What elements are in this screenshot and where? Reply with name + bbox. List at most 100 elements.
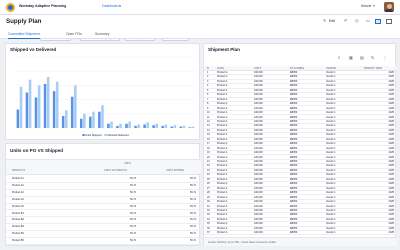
bar-planned-delivered[interactable] [182, 125, 186, 128]
bar-planned-delivered[interactable] [173, 125, 177, 128]
grid-view-icon[interactable] [375, 18, 381, 24]
pencil-icon[interactable]: ✎ [323, 18, 326, 23]
filter-icon[interactable]: ▦ [349, 55, 353, 60]
table-row[interactable]: Product B2 56.74 56.74 [6, 217, 201, 225]
table-cell: 56.74 [190, 177, 196, 180]
bar-units-shipped[interactable] [134, 125, 137, 128]
table-cell: 56.74 [190, 239, 196, 243]
legend-delivered: Planned Delivered [107, 134, 129, 137]
table-cell: Product A4 [12, 197, 24, 201]
table-cell: 56.74 [130, 183, 136, 187]
units-table-body: Product A1 56.74 56.74 Product A2 56.74 56.74… [6, 176, 201, 246]
bar-units-shipped[interactable] [16, 109, 20, 128]
bar-units-shipped[interactable] [43, 83, 47, 128]
table-cell: 56.74 [190, 183, 196, 187]
bar-units-shipped[interactable] [170, 126, 174, 128]
table-cell: 56.74 [130, 204, 136, 208]
table-row[interactable]: Product B1 56.74 56.74 [6, 211, 201, 218]
bar-planned-delivered[interactable] [65, 110, 68, 128]
bar-units-shipped[interactable] [98, 111, 101, 128]
bar-planned-delivered[interactable] [146, 122, 149, 128]
undo-icon[interactable]: ↶ [344, 18, 347, 23]
table-cell: 56.74 [190, 204, 196, 208]
folder-icon[interactable]: ▭ [366, 18, 370, 23]
legend-shipped: Units Shipped [85, 134, 102, 137]
table-cell: 56.74 [190, 218, 196, 222]
table-row[interactable]: Product B4 56.74 56.74 [6, 231, 201, 239]
bar-units-shipped[interactable] [79, 118, 83, 128]
bar-planned-delivered[interactable] [137, 124, 140, 128]
table-cell: Product A [217, 231, 228, 235]
bar-planned-delivered[interactable] [83, 113, 86, 128]
bar-units-shipped[interactable] [116, 125, 119, 128]
chart-legend: Units Shipped Planned Delivered [82, 133, 129, 138]
col-units-on-open-po: UNITS ON OPEN PO [104, 169, 127, 172]
workday-logo[interactable] [6, 3, 15, 12]
bar-units-shipped[interactable] [70, 96, 74, 128]
bar-units-shipped[interactable] [34, 97, 38, 128]
tab-summary[interactable]: Summary [95, 31, 110, 37]
table-cell: 56.74 [130, 211, 136, 215]
bar-planned-delivered[interactable] [19, 86, 23, 128]
edit-button[interactable]: Edit [329, 19, 335, 24]
user-name[interactable]: Kenzie [361, 4, 371, 9]
bar-planned-delivered[interactable] [110, 121, 113, 128]
bar-units-shipped[interactable] [89, 116, 92, 128]
bar-planned-delivered[interactable] [155, 123, 159, 128]
col-units-shipped: UNITS SHIPPED [166, 169, 185, 172]
dashboards-link[interactable]: Dashboards [102, 4, 121, 9]
table-row[interactable]: 37 Product A 100,000 EB050 Vendor 1 2025 [204, 231, 397, 236]
table-cell: Product B5 [12, 239, 24, 243]
table-cell: EB050 [290, 231, 298, 235]
table-cell: 100,000 [254, 231, 263, 235]
table-row[interactable]: Product A3 56.74 56.74 [6, 190, 201, 197]
table-cell: 56.74 [130, 218, 136, 222]
bar-chart [15, 56, 196, 129]
shipment-table-body: 1 Product A 100,000 EB050 Vendor 1 2025 2 Produ… [204, 71, 397, 236]
bar-planned-delivered[interactable] [164, 124, 168, 128]
bar-planned-delivered[interactable] [46, 76, 50, 128]
bar-planned-delivered[interactable] [55, 81, 59, 128]
bar-planned-delivered[interactable] [28, 79, 32, 128]
bar-planned-delivered[interactable] [191, 126, 195, 128]
bar-units-shipped[interactable] [107, 123, 110, 128]
table-row[interactable]: Product A4 56.74 56.74 [6, 197, 201, 204]
tab-open-pos[interactable]: Open POs [66, 31, 82, 37]
table-row[interactable]: Product B5 56.74 56.74 [6, 238, 201, 245]
avatar[interactable] [384, 2, 394, 12]
bar-units-shipped[interactable] [61, 115, 65, 128]
bar-units-shipped[interactable] [188, 127, 192, 128]
bar-planned-delivered[interactable] [119, 123, 122, 128]
table-cell: 56.74 [130, 177, 136, 180]
bar-units-shipped[interactable] [125, 123, 128, 128]
bar-planned-delivered[interactable] [92, 111, 95, 128]
clock-icon[interactable]: ◷ [355, 18, 359, 23]
chart-icon[interactable]: ▤ [360, 55, 364, 60]
bar-units-shipped[interactable] [161, 125, 164, 128]
table-row[interactable]: Product A2 56.74 56.74 [6, 183, 201, 190]
refresh-icon[interactable]: ↻ [371, 55, 374, 60]
search-icon[interactable]: ⌕ [338, 55, 341, 60]
shipment-panel: Shipment Plan ⌕ ▦ ▤ ↻ ⋮ ID LEVEL UNITS P… [203, 43, 397, 246]
table-cell: 56.74 [130, 225, 136, 229]
bar-planned-delivered[interactable] [37, 85, 41, 128]
table-row[interactable]: Product B3 56.74 56.74 [6, 224, 201, 232]
shipment-footer: Version: Working | Level: 800 - United S… [204, 237, 397, 246]
bar-units-shipped[interactable] [179, 126, 183, 128]
bar-planned-delivered[interactable] [101, 105, 104, 128]
table-row[interactable]: Product A1 56.74 56.74 [6, 176, 201, 183]
user-menu-chevron-icon[interactable]: ▾ [373, 4, 375, 9]
bar-units-shipped[interactable] [143, 124, 146, 128]
tab-committed-shipment[interactable]: Committed Shipment [8, 31, 40, 39]
bar-planned-delivered[interactable] [74, 85, 77, 128]
bar-units-shipped[interactable] [25, 92, 29, 129]
bar-units-shipped[interactable] [152, 125, 155, 128]
table-cell: 56.74 [130, 232, 136, 236]
more-icon[interactable]: ⋮ [383, 55, 387, 60]
layout-view-icon[interactable] [386, 18, 392, 24]
table-row[interactable]: Product A5 56.74 56.74 [6, 204, 201, 211]
table-cell: 56.74 [130, 197, 136, 201]
bar-units-shipped[interactable] [52, 91, 56, 128]
shipment-panel-title: Shipment Plan [208, 47, 240, 52]
bar-planned-delivered[interactable] [128, 121, 131, 128]
